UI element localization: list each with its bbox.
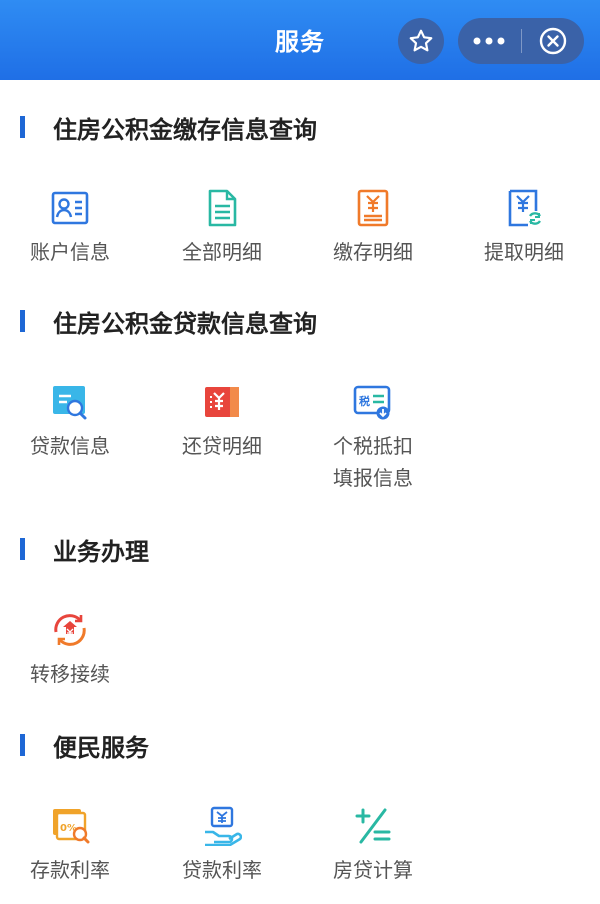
section-accent-bar (20, 310, 25, 332)
section-header: 住房公积金贷款信息查询 (20, 306, 317, 338)
service-withdraw-details[interactable]: 提取明细 (449, 188, 599, 268)
more-dots-icon (473, 37, 505, 45)
account-card-icon (51, 191, 89, 225)
section-accent-bar (20, 734, 25, 756)
section-loan-query: 住房公积金贷款信息查询 贷款信息 还贷明细 税 个税抵扣 填报信息 (0, 306, 600, 506)
section-header: 业务办理 (20, 534, 149, 566)
close-button[interactable] (521, 18, 584, 64)
service-account-info[interactable]: 账户信息 (0, 188, 145, 268)
service-label: 账户信息 (30, 240, 110, 264)
section-title: 业务办理 (53, 537, 149, 566)
loan-search-icon (53, 386, 87, 420)
withdraw-bill-icon (508, 189, 541, 227)
service-label: 个税抵扣 填报信息 (298, 430, 448, 494)
section-header: 住房公积金缴存信息查询 (20, 112, 317, 144)
section-title: 住房公积金缴存信息查询 (53, 115, 317, 144)
calculator-icon (355, 808, 391, 844)
deposit-bill-icon (357, 189, 389, 227)
svg-text:税: 税 (359, 394, 370, 408)
section-business: 业务办理 转移接续 (0, 534, 600, 704)
favorite-button[interactable] (398, 18, 444, 64)
section-convenience: 便民服务 0% 存款利率 贷款利率 房贷计算 (0, 730, 600, 904)
service-transfer[interactable]: 转移接续 (0, 610, 145, 690)
top-bar: 服务 (0, 0, 600, 80)
section-deposit-query: 住房公积金缴存信息查询 账户信息 全部明细 缴存明细 提取明细 (0, 112, 600, 292)
more-button[interactable] (458, 18, 521, 64)
service-deposit-rate[interactable]: 0% 存款利率 (0, 806, 145, 886)
service-repayment-details[interactable]: 还贷明细 (147, 382, 297, 462)
section-accent-bar (20, 116, 25, 138)
section-accent-bar (20, 538, 25, 560)
service-label: 存款利率 (30, 858, 110, 882)
service-deposit-details[interactable]: 缴存明细 (298, 188, 448, 268)
service-label: 全部明细 (182, 240, 262, 264)
service-label: 贷款利率 (182, 858, 262, 882)
document-icon (208, 189, 237, 227)
service-loan-rate[interactable]: 贷款利率 (147, 806, 297, 886)
service-label: 缴存明细 (333, 240, 413, 264)
service-all-details[interactable]: 全部明细 (147, 188, 297, 268)
section-title: 便民服务 (53, 733, 149, 762)
close-circle-icon (539, 27, 566, 55)
deposit-rate-icon: 0% (53, 809, 90, 844)
service-tax-deduction[interactable]: 税 个税抵扣 填报信息 (298, 382, 448, 494)
star-icon (409, 29, 433, 52)
service-label: 提取明细 (484, 240, 564, 264)
repayment-card-icon (205, 387, 239, 417)
tax-report-icon: 税 (353, 385, 391, 420)
service-label-line2: 填报信息 (333, 466, 413, 490)
section-title: 住房公积金贷款信息查询 (53, 309, 317, 338)
service-label: 房贷计算 (333, 858, 413, 882)
loan-rate-icon (205, 806, 242, 846)
service-label: 转移接续 (30, 662, 110, 686)
service-label: 还贷明细 (182, 434, 262, 458)
section-header: 便民服务 (20, 730, 149, 762)
service-label: 贷款信息 (30, 434, 110, 458)
service-label-line1: 个税抵扣 (333, 434, 413, 458)
mini-program-capsule (458, 18, 584, 64)
service-mortgage-calc[interactable]: 房贷计算 (298, 806, 448, 886)
transfer-circle-icon (54, 614, 86, 646)
service-loan-info[interactable]: 贷款信息 (0, 382, 145, 462)
